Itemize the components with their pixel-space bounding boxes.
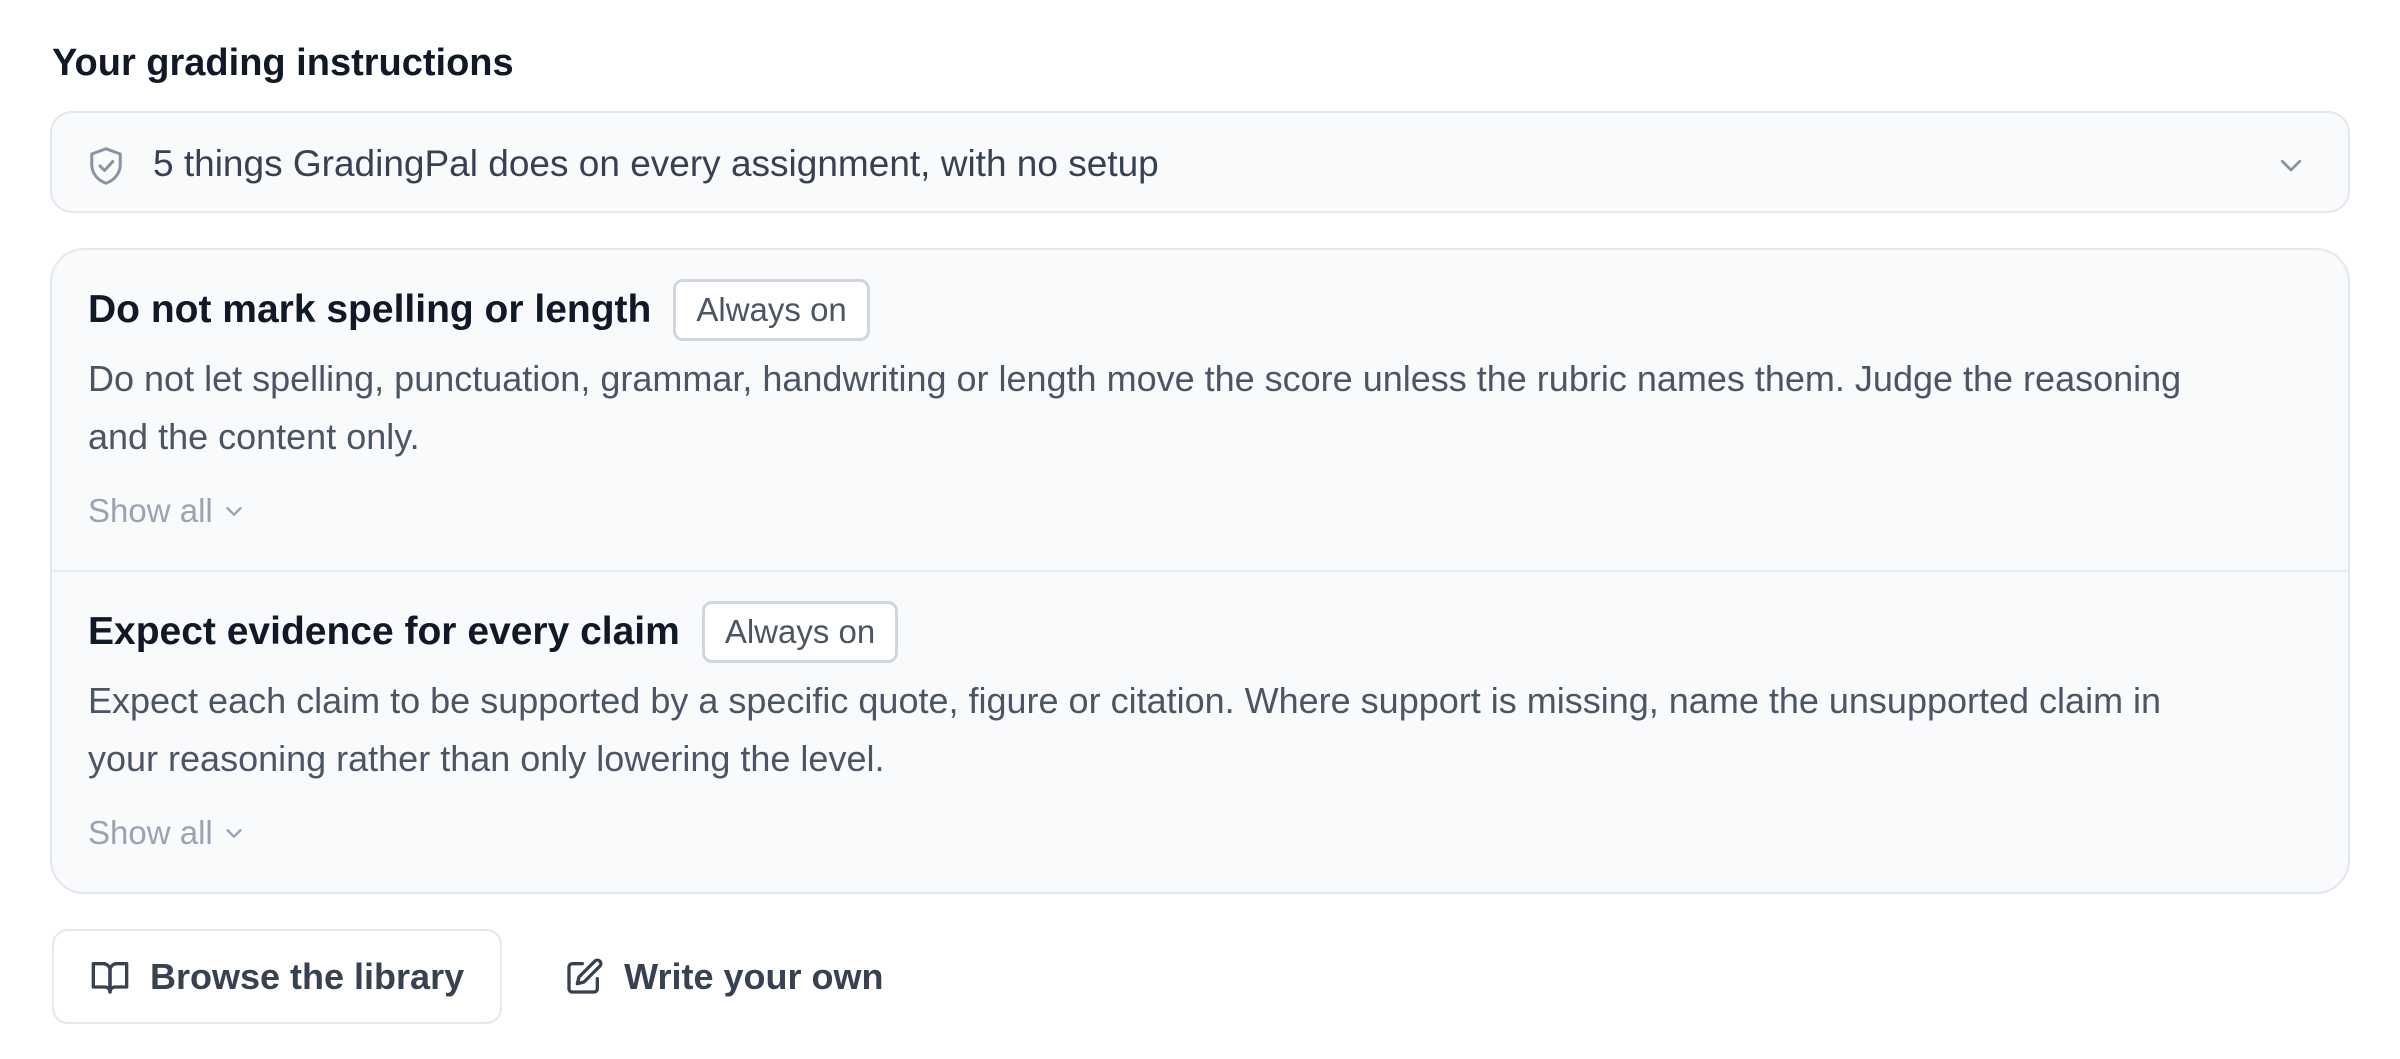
instruction-card: Do not mark spelling or length Always on… bbox=[52, 250, 2348, 572]
show-all-toggle[interactable]: Show all bbox=[88, 808, 245, 858]
chevron-down-icon bbox=[226, 829, 242, 838]
chevron-down-icon bbox=[226, 507, 242, 516]
write-your-own-button[interactable]: Write your own bbox=[542, 929, 905, 1024]
write-your-own-label: Write your own bbox=[624, 955, 884, 997]
browse-library-button[interactable]: Browse the library bbox=[52, 929, 503, 1024]
instruction-description: Expect each claim to be supported by a s… bbox=[88, 680, 2162, 779]
show-all-label: Show all bbox=[88, 814, 213, 851]
book-open-icon bbox=[91, 961, 129, 994]
instruction-title: Expect evidence for every claim bbox=[88, 610, 680, 653]
instruction-header: Do not mark spelling or length Always on bbox=[88, 278, 870, 342]
instruction-card: Expect evidence for every claim Always o… bbox=[52, 572, 2348, 892]
pencil-square-icon bbox=[567, 957, 603, 994]
show-all-toggle[interactable]: Show all bbox=[88, 486, 245, 536]
chevron-down-icon[interactable] bbox=[2276, 150, 2306, 180]
always-on-badge: Always on bbox=[673, 279, 870, 341]
default-behaviors-accordion[interactable]: 5 things GradingPal does on every assign… bbox=[50, 111, 2350, 213]
shield-check-icon bbox=[90, 147, 122, 185]
default-behaviors-summary: 5 things GradingPal does on every assign… bbox=[153, 143, 1159, 184]
instruction-actions: Browse the library Write your own bbox=[50, 929, 905, 1024]
section-title: Your grading instructions bbox=[52, 42, 514, 84]
instruction-title: Do not mark spelling or length bbox=[88, 288, 652, 331]
instruction-header: Expect evidence for every claim Always o… bbox=[88, 600, 899, 664]
browse-library-label: Browse the library bbox=[150, 955, 465, 997]
instruction-list: Do not mark spelling or length Always on… bbox=[50, 248, 2350, 894]
show-all-label: Show all bbox=[88, 492, 213, 529]
always-on-badge: Always on bbox=[701, 601, 899, 663]
instruction-description: Do not let spelling, punctuation, gramma… bbox=[88, 358, 2182, 457]
